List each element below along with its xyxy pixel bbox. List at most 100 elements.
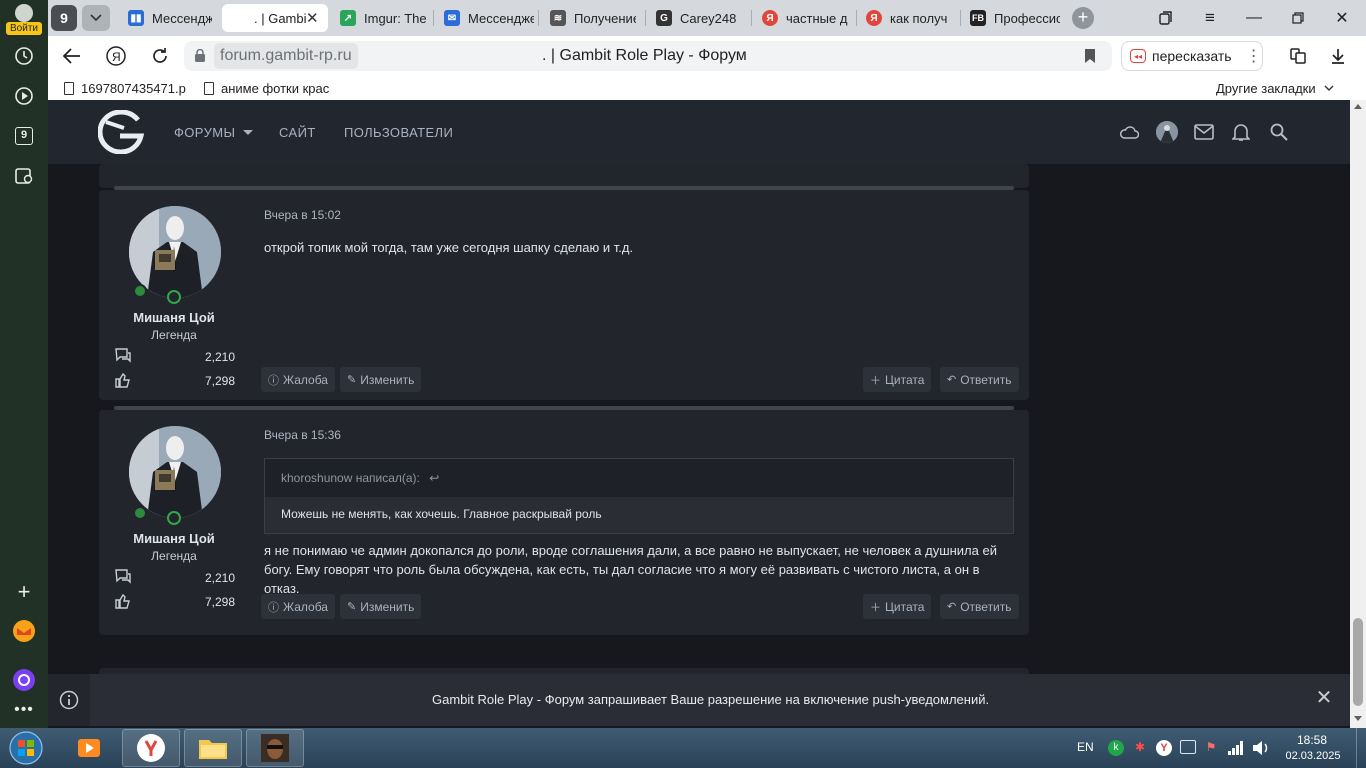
address-bar[interactable]: forum.gambit-rp.ru . | Gambit Role Play …	[184, 41, 1112, 71]
close-window-icon[interactable]: ✕	[1330, 6, 1354, 30]
tab-manager-icon[interactable]	[1154, 6, 1178, 30]
author-avatar[interactable]	[129, 426, 221, 518]
taskbar-file-explorer[interactable]	[184, 729, 242, 767]
tabs-menu-chevron-icon[interactable]	[82, 5, 110, 31]
reload-icon[interactable]	[148, 44, 172, 68]
history-icon[interactable]	[12, 44, 36, 68]
minimize-icon[interactable]: —	[1242, 6, 1266, 30]
scroll-up-arrow-icon[interactable]	[1354, 104, 1362, 109]
avatar-image	[129, 426, 221, 518]
report-button[interactable]: ⓘ Жалоба	[261, 367, 335, 392]
taskbar-media-player[interactable]	[60, 729, 118, 767]
yandex-tray-icon[interactable]: Y	[1156, 740, 1172, 756]
screenshot-icon[interactable]	[12, 164, 36, 188]
plus-icon: ＋	[870, 601, 881, 614]
tab-imgur[interactable]: ↗ Imgur: The	[332, 4, 426, 32]
input-language[interactable]: EN	[1077, 740, 1094, 754]
tab-carey[interactable]: G Carey248	[648, 4, 748, 32]
yandex-favicon-icon: Я	[762, 10, 778, 26]
messages-icon[interactable]	[1194, 122, 1214, 142]
web-page: ФОРУМЫ САЙТ ПОЛЬЗОВАТЕЛИ Мишаня Цой Леге…	[48, 100, 1350, 728]
push-banner-message: Gambit Role Play - Форум запрашивает Ваш…	[432, 692, 990, 707]
author-name[interactable]: Мишаня Цой	[124, 531, 224, 546]
quote-button[interactable]: ＋ Цитата	[863, 367, 932, 392]
quote-button[interactable]: ＋ Цитата	[863, 594, 932, 619]
close-icon[interactable]: ✕	[1314, 688, 1334, 708]
alice-icon[interactable]	[12, 668, 36, 692]
start-button[interactable]	[6, 729, 46, 767]
summarize-button[interactable]: ◂◂ пересказать ⋮	[1121, 41, 1263, 71]
tab-yandex-search-2[interactable]: Я как получ	[858, 4, 956, 32]
more-icon[interactable]: •••	[12, 698, 36, 722]
tab-close-icon[interactable]: ✕	[306, 9, 322, 27]
restore-window-icon[interactable]	[1286, 6, 1310, 30]
tab-group-badge[interactable]: 9	[51, 5, 77, 31]
post-date[interactable]: Вчера в 15:02	[264, 208, 341, 222]
bookmark-icon[interactable]	[1084, 48, 1096, 64]
kaspersky-tray-icon[interactable]: k	[1108, 740, 1124, 756]
reply-button[interactable]: ↶ Ответить	[940, 594, 1019, 619]
taskbar-game-app[interactable]	[246, 729, 304, 767]
address-domain: forum.gambit-rp.ru	[214, 43, 358, 69]
previous-post-fragment	[99, 164, 1029, 188]
nav-forums[interactable]: ФОРУМЫ	[174, 125, 235, 140]
other-bookmarks[interactable]: Другие закладки	[1216, 80, 1346, 96]
scroll-down-arrow-icon[interactable]	[1354, 716, 1362, 721]
clock-time[interactable]: 18:58	[1282, 733, 1342, 747]
mail-icon[interactable]	[12, 619, 36, 643]
apps-icon[interactable]: 9	[12, 124, 36, 148]
author-name[interactable]: Мишаня Цой	[124, 310, 224, 325]
gambit-logo-icon[interactable]	[97, 109, 145, 155]
forums-chevron-down-icon[interactable]	[243, 130, 253, 136]
edit-label: Изменить	[360, 599, 415, 614]
login-button[interactable]: Войти	[6, 4, 42, 35]
post-body: я не понимаю че админ докопался до роли,…	[264, 543, 997, 596]
more-vertical-icon[interactable]: ⋮	[1246, 46, 1262, 66]
hamburger-menu-icon[interactable]: ≡	[1198, 6, 1222, 30]
nav-users[interactable]: ПОЛЬЗОВАТЕЛИ	[344, 125, 453, 140]
edit-button[interactable]: ✎ Изменить	[340, 594, 422, 619]
quote-header[interactable]: khoroshunow написал(а): ↩	[265, 459, 1013, 497]
page-scrollbar[interactable]	[1350, 100, 1366, 728]
tab-messenger-1[interactable]: ▮▮ Мессенджер	[120, 4, 212, 32]
scrollbar-thumb[interactable]	[1353, 618, 1363, 706]
notifications-bell-icon[interactable]	[1231, 122, 1251, 142]
reply-button[interactable]: ↶ Ответить	[940, 367, 1019, 392]
collections-icon[interactable]	[1286, 44, 1310, 68]
tab-profession[interactable]: FB Профессио	[962, 4, 1060, 32]
clock-date[interactable]: 02.03.2025	[1280, 750, 1346, 762]
bookmark-item[interactable]: 1697807435471.p	[64, 80, 190, 96]
cloud-icon[interactable]	[1119, 122, 1139, 142]
tray-app-icon[interactable]: ✱	[1132, 740, 1148, 756]
post-date[interactable]: Вчера в 15:36	[264, 428, 341, 442]
reactions-count: 7,298	[204, 374, 235, 388]
tab-group-count: 9	[60, 10, 68, 26]
svg-text:Я: Я	[112, 50, 121, 64]
tab-label: частные д	[786, 10, 848, 26]
plus-icon[interactable]: +	[12, 579, 36, 604]
new-tab-plus-icon[interactable]: +	[1072, 7, 1094, 29]
downloads-icon[interactable]	[1326, 44, 1350, 68]
bookmark-item[interactable]: аниме фотки крас	[204, 80, 330, 96]
tab-receipt[interactable]: ≋ Получение	[542, 4, 636, 32]
tab-yandex-search-1[interactable]: Я частные д	[754, 4, 852, 32]
display-tray-icon[interactable]	[1180, 740, 1196, 754]
user-avatar[interactable]	[1156, 121, 1178, 143]
show-desktop-button[interactable]	[1356, 728, 1366, 768]
go-to-quote-arrow-icon[interactable]: ↩	[429, 471, 439, 485]
quote-author: khoroshunow написал(а):	[281, 471, 420, 485]
tab-messenger-2[interactable]: ✉ Мессенджер	[436, 4, 534, 32]
taskbar-yandex-browser[interactable]	[122, 729, 180, 767]
tab-label: Мессенджер	[468, 10, 534, 26]
yandex-logo-icon[interactable]: Я	[104, 44, 128, 68]
edit-button[interactable]: ✎ Изменить	[340, 367, 422, 392]
back-arrow-icon[interactable]	[60, 44, 84, 68]
signal-strength-icon[interactable]	[1228, 741, 1244, 755]
flag-tray-icon[interactable]: ⚑	[1204, 740, 1218, 756]
tab-gambit-active[interactable]: . | Gambit ✕	[222, 4, 328, 32]
nav-site[interactable]: САЙТ	[279, 125, 316, 140]
report-button[interactable]: ⓘ Жалоба	[261, 594, 335, 619]
search-icon[interactable]	[1269, 122, 1289, 142]
volume-icon[interactable]	[1252, 740, 1270, 756]
play-icon[interactable]	[12, 84, 36, 108]
